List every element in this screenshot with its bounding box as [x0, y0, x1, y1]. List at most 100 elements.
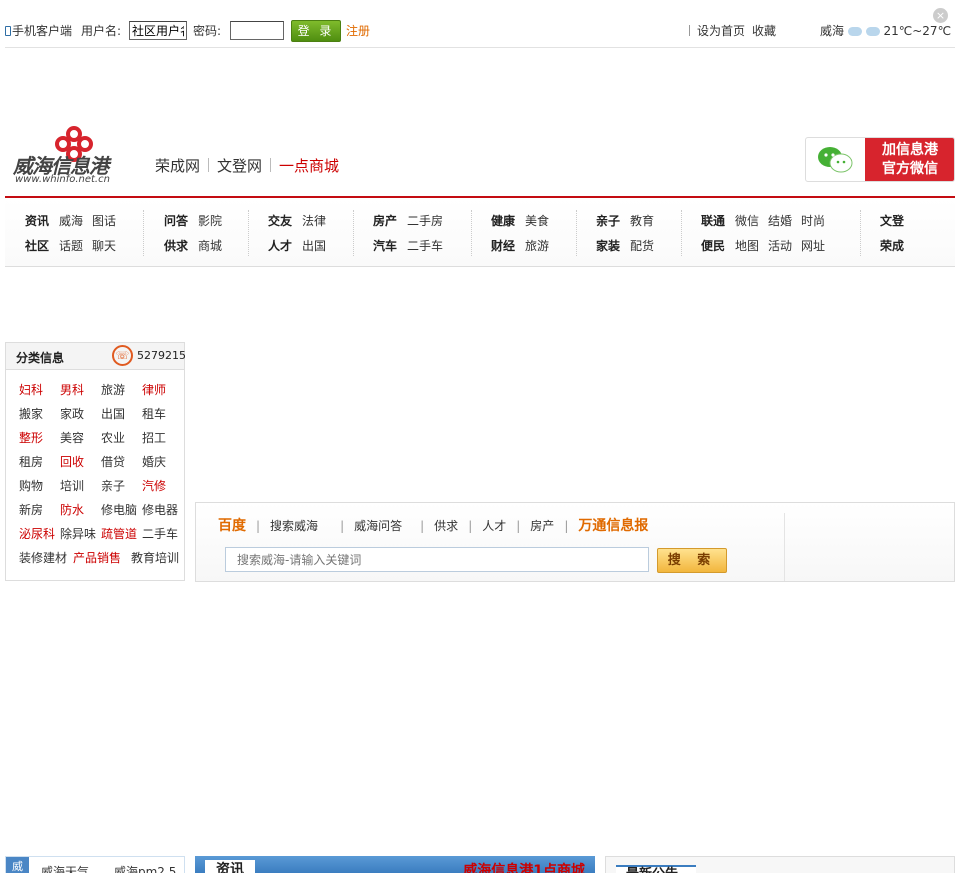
top-bar: 手机客户端 用户名: 密码: 登 录 注册 设为首页 收藏 威海 21℃~27℃	[5, 8, 955, 48]
classified-item[interactable]: 装修建材	[19, 549, 67, 566]
search-input[interactable]	[225, 547, 649, 572]
divider: |	[340, 519, 345, 533]
classified-item[interactable]: 泌尿科	[19, 525, 55, 542]
nav-item[interactable]: 供求	[164, 239, 188, 253]
register-link[interactable]: 注册	[346, 22, 370, 39]
main-nav: 资讯 威海 图话 社区 话题 聊天 问答 影院 供求 商城 交友 法律 人才 出国 房产 二手房 …	[5, 196, 955, 267]
nav-item[interactable]: 二手车	[407, 239, 443, 253]
classified-item[interactable]: 租房	[19, 453, 43, 470]
classified-item[interactable]: 妇科	[19, 381, 43, 398]
nav-item[interactable]: 联通	[701, 214, 725, 228]
tab-wantong[interactable]: 万通信息报	[578, 518, 648, 534]
nav-item[interactable]: 教育	[630, 214, 654, 228]
classified-item[interactable]: 二手车	[142, 525, 178, 542]
nav-item[interactable]: 微信	[735, 214, 759, 228]
tab-housing[interactable]: 房产	[530, 519, 554, 533]
nav-item[interactable]: 便民	[701, 239, 725, 253]
bookmark-link[interactable]: 收藏	[752, 22, 776, 39]
classified-item[interactable]: 美容	[60, 429, 84, 446]
classified-item[interactable]: 家政	[60, 405, 84, 422]
close-icon[interactable]: ×	[933, 8, 948, 23]
login-button[interactable]: 登 录	[291, 20, 341, 42]
classified-item[interactable]: 招工	[142, 429, 166, 446]
nav-item[interactable]: 影院	[198, 214, 222, 228]
nav-item[interactable]: 旅游	[525, 239, 549, 253]
classified-item[interactable]: 男科	[60, 381, 84, 398]
nav-item[interactable]: 荣成	[880, 239, 904, 253]
nav-item[interactable]: 配货	[630, 239, 654, 253]
nav-item[interactable]: 财经	[491, 239, 515, 253]
mobile-client-link[interactable]: 手机客户端	[5, 22, 72, 39]
nav-item[interactable]: 家装	[596, 239, 620, 253]
classified-item[interactable]: 除异味	[60, 525, 96, 542]
site-logo[interactable]: 威海信息港 www.whinfo.net.cn	[13, 126, 141, 186]
nav-item[interactable]: 问答	[164, 214, 188, 228]
site-link-mall[interactable]: 一点商城	[279, 157, 339, 175]
nav-item[interactable]: 结婚	[768, 214, 792, 228]
classified-item[interactable]: 修电脑	[101, 501, 137, 518]
classified-item[interactable]: 修电器	[142, 501, 178, 518]
classified-item[interactable]: 购物	[19, 477, 43, 494]
wechat-follow-banner[interactable]: 加信息港 官方微信	[805, 137, 955, 182]
classified-item[interactable]: 农业	[101, 429, 125, 446]
classified-item[interactable]: 防水	[60, 501, 84, 518]
classified-item[interactable]: 搬家	[19, 405, 43, 422]
password-input[interactable]	[230, 21, 284, 40]
nav-item[interactable]: 汽车	[373, 239, 397, 253]
weather-widget[interactable]: 威海 21℃~27℃	[820, 22, 951, 39]
classified-item[interactable]: 亲子	[101, 477, 125, 494]
nav-item[interactable]: 商城	[198, 239, 222, 253]
site-link-wendeng[interactable]: 文登网	[217, 157, 262, 175]
classified-item[interactable]: 出国	[101, 405, 125, 422]
pm25-link[interactable]: 威海pm2.5	[114, 863, 176, 873]
site-link-rongcheng[interactable]: 荣成网	[155, 157, 200, 175]
nav-item[interactable]: 美食	[525, 214, 549, 228]
tab-baidu[interactable]: 百度	[218, 518, 246, 534]
nav-item[interactable]: 出国	[302, 239, 326, 253]
nav-item[interactable]: 话题	[59, 239, 83, 253]
tab-weihai-qa[interactable]: 威海问答	[354, 519, 402, 533]
nav-item[interactable]: 聊天	[92, 239, 116, 253]
divider	[270, 158, 272, 172]
nav-item[interactable]: 房产	[373, 214, 397, 228]
tab-news[interactable]: 资讯	[205, 860, 255, 873]
classified-item[interactable]: 新房	[19, 501, 43, 518]
tab-supply[interactable]: 供求	[434, 519, 458, 533]
classified-item[interactable]: 疏管道	[101, 525, 137, 542]
set-home-link[interactable]: 设为首页	[689, 22, 745, 39]
classified-item[interactable]: 回收	[60, 453, 84, 470]
classified-item[interactable]: 汽修	[142, 477, 166, 494]
nav-item[interactable]: 活动	[768, 239, 792, 253]
classified-item[interactable]: 旅游	[101, 381, 125, 398]
nav-item[interactable]: 地图	[735, 239, 759, 253]
classified-header: 分类信息 ☏ 5279215	[6, 343, 186, 370]
classified-item[interactable]: 婚庆	[142, 453, 166, 470]
nav-item[interactable]: 交友	[268, 214, 292, 228]
nav-item[interactable]: 亲子	[596, 214, 620, 228]
nav-item[interactable]: 资讯	[25, 214, 49, 228]
tab-search-weihai[interactable]: 搜索威海	[270, 519, 318, 533]
nav-item[interactable]: 图话	[92, 214, 116, 228]
nav-item[interactable]: 健康	[491, 214, 515, 228]
classified-item[interactable]: 借贷	[101, 453, 125, 470]
weather-link[interactable]: 威海天气	[41, 863, 89, 873]
classified-item[interactable]: 产品销售	[73, 549, 121, 566]
nav-item[interactable]: 网址	[801, 239, 825, 253]
mall-promo-link[interactable]: 威海信息港1点商城	[463, 860, 585, 873]
username-input[interactable]	[129, 21, 187, 40]
nav-item[interactable]: 二手房	[407, 214, 443, 228]
tab-jobs[interactable]: 人才	[482, 519, 506, 533]
classified-item[interactable]: 教育培训	[131, 549, 179, 566]
classified-item[interactable]: 整形	[19, 429, 43, 446]
classified-item[interactable]: 租车	[142, 405, 166, 422]
nav-item[interactable]: 人才	[268, 239, 292, 253]
nav-item[interactable]: 文登	[880, 214, 904, 228]
tab-announcements[interactable]: 最新公告	[616, 865, 696, 873]
classified-item[interactable]: 律师	[142, 381, 166, 398]
search-button[interactable]: 搜 索	[657, 548, 727, 573]
nav-item[interactable]: 社区	[25, 239, 49, 253]
nav-item[interactable]: 威海	[59, 214, 83, 228]
nav-item[interactable]: 时尚	[801, 214, 825, 228]
classified-item[interactable]: 培训	[60, 477, 84, 494]
nav-item[interactable]: 法律	[302, 214, 326, 228]
